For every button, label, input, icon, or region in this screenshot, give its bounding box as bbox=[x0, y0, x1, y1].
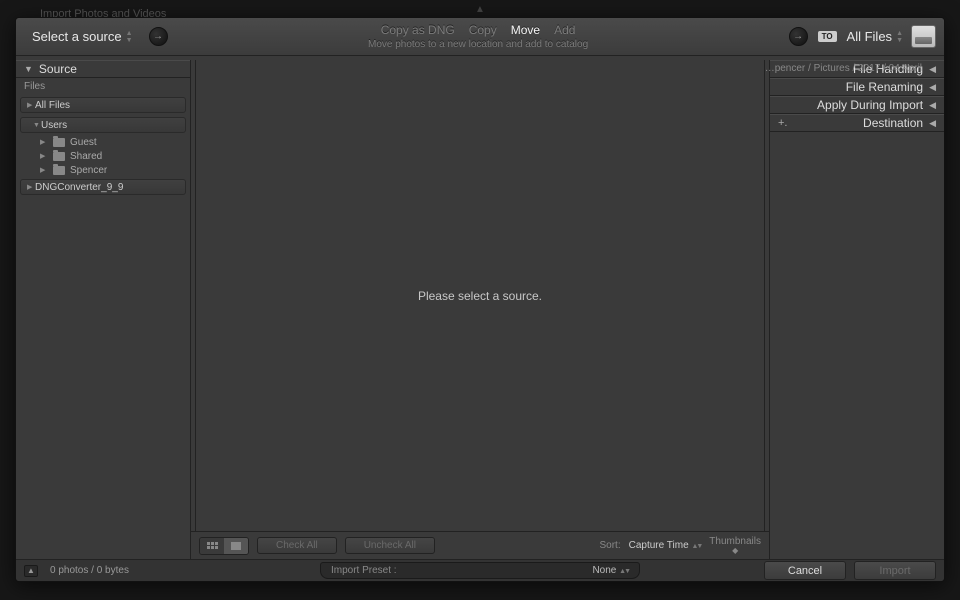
destination-path: …pencer / Pictures / 2017 / 04 April bbox=[765, 63, 922, 74]
disclosure-triangle-icon: ▼ bbox=[24, 64, 33, 74]
disclosure-triangle-icon: ◀ bbox=[929, 82, 936, 93]
select-source-button[interactable]: Select a source ▲▼ bbox=[24, 25, 139, 48]
dialog-header: Select a source ▲▼ → Copy as DNG Copy Mo… bbox=[16, 18, 944, 56]
uncheck-all-button[interactable]: Uncheck All bbox=[345, 537, 435, 554]
dropdown-caret-icon: ▲▼ bbox=[126, 30, 131, 44]
destination-button[interactable]: All Files ▲▼ bbox=[847, 29, 901, 44]
panel-title: File Renaming bbox=[846, 80, 923, 94]
top-chevron-icon: ▲ bbox=[475, 4, 485, 15]
folder-name: Guest bbox=[70, 137, 97, 148]
sort-dropdown[interactable]: Capture Time ▲▼ bbox=[629, 540, 702, 551]
disclosure-triangle-icon: ◀ bbox=[929, 100, 936, 111]
folder-icon bbox=[53, 138, 65, 147]
dng-label: DNGConverter_9_9 bbox=[35, 182, 123, 193]
source-arrow-icon[interactable]: → bbox=[149, 27, 168, 46]
disclosure-triangle-icon: ◀ bbox=[929, 64, 936, 75]
grid-view-button[interactable] bbox=[200, 538, 224, 554]
slider-handle-icon: ◆ bbox=[709, 547, 761, 555]
dropdown-caret-icon: ▲▼ bbox=[896, 30, 901, 44]
cancel-button[interactable]: Cancel bbox=[764, 561, 846, 580]
toggle-filmstrip-button[interactable]: ▲ bbox=[24, 565, 38, 577]
folder-row-spencer[interactable]: ▶ Spencer bbox=[16, 163, 190, 177]
mode-copy-as-dng[interactable]: Copy as DNG bbox=[381, 23, 455, 37]
folder-row-guest[interactable]: ▶ Guest bbox=[16, 135, 190, 149]
panel-title: Destination bbox=[863, 116, 923, 130]
destination-panel[interactable]: +. Destination ◀ bbox=[770, 114, 944, 132]
main-content: Please select a source. Check All Unchec… bbox=[191, 60, 769, 559]
loupe-icon bbox=[231, 542, 241, 550]
check-all-button[interactable]: Check All bbox=[257, 537, 337, 554]
mode-move[interactable]: Move bbox=[511, 23, 540, 37]
folder-name: Spencer bbox=[70, 165, 107, 176]
expand-icon: ▶ bbox=[27, 183, 35, 191]
grid-icon bbox=[207, 542, 218, 549]
hard-drive-icon[interactable] bbox=[911, 25, 936, 48]
folder-icon bbox=[53, 166, 65, 175]
files-section-label: Files bbox=[16, 78, 190, 95]
all-files-label: All Files bbox=[35, 100, 70, 111]
preset-value: None bbox=[592, 565, 616, 576]
source-panel-title: Source bbox=[39, 62, 77, 76]
expand-icon: ▶ bbox=[40, 166, 48, 174]
folder-row-shared[interactable]: ▶ Shared bbox=[16, 149, 190, 163]
dng-converter-row[interactable]: ▶ DNGConverter_9_9 bbox=[20, 179, 186, 195]
status-bar: ▲ 0 photos / 0 bytes Import Preset : Non… bbox=[16, 559, 944, 581]
all-files-row[interactable]: ▶ All Files bbox=[20, 97, 186, 113]
import-dialog: Select a source ▲▼ → Copy as DNG Copy Mo… bbox=[15, 17, 945, 582]
right-panels: File Handling ◀ File Renaming ◀ Apply Du… bbox=[769, 60, 944, 559]
apply-during-import-panel[interactable]: Apply During Import ◀ bbox=[770, 96, 944, 114]
sort-label: Sort: bbox=[600, 540, 621, 551]
panel-title: Apply During Import bbox=[817, 98, 923, 112]
view-toggle bbox=[199, 537, 249, 555]
disclosure-triangle-icon: ◀ bbox=[929, 118, 936, 129]
users-label: Users bbox=[41, 120, 67, 131]
thumbnails-label: Thumbnails bbox=[709, 537, 761, 547]
users-row[interactable]: ▼ Users bbox=[20, 117, 186, 133]
import-button[interactable]: Import bbox=[854, 561, 936, 580]
source-panel: ▼ Source Files ▶ All Files ▼ Users ▶ Gue… bbox=[16, 60, 191, 559]
expand-icon: ▶ bbox=[40, 152, 48, 160]
import-preset-dropdown[interactable]: Import Preset : None ▲▼ bbox=[320, 562, 640, 579]
add-icon[interactable]: +. bbox=[778, 117, 787, 129]
mode-subtitle: Move photos to a new location and add to… bbox=[168, 39, 789, 50]
expand-icon: ▶ bbox=[27, 101, 35, 109]
source-panel-header[interactable]: ▼ Source bbox=[16, 60, 190, 78]
preview-toolbar: Check All Uncheck All Sort: Capture Time… bbox=[191, 531, 769, 559]
to-badge: TO bbox=[818, 31, 837, 42]
placeholder-text: Please select a source. bbox=[418, 289, 542, 303]
folder-name: Shared bbox=[70, 151, 102, 162]
folder-icon bbox=[53, 152, 65, 161]
mode-add[interactable]: Add bbox=[554, 23, 575, 37]
file-renaming-panel[interactable]: File Renaming ◀ bbox=[770, 78, 944, 96]
loupe-view-button[interactable] bbox=[224, 538, 248, 554]
photo-count: 0 photos / 0 bytes bbox=[50, 565, 129, 576]
thumbnail-size-slider[interactable]: Thumbnails ◆ bbox=[709, 537, 761, 555]
dest-arrow-icon[interactable]: → bbox=[789, 27, 808, 46]
destination-label: All Files bbox=[847, 29, 893, 44]
expand-icon: ▶ bbox=[40, 138, 48, 146]
expand-icon: ▼ bbox=[33, 122, 41, 129]
import-mode-tabs: Copy as DNG Copy Move Add bbox=[168, 23, 789, 37]
mode-copy[interactable]: Copy bbox=[469, 23, 497, 37]
preset-label: Import Preset : bbox=[331, 565, 397, 576]
preview-area: Please select a source. bbox=[195, 60, 765, 531]
select-source-label: Select a source bbox=[32, 29, 122, 44]
